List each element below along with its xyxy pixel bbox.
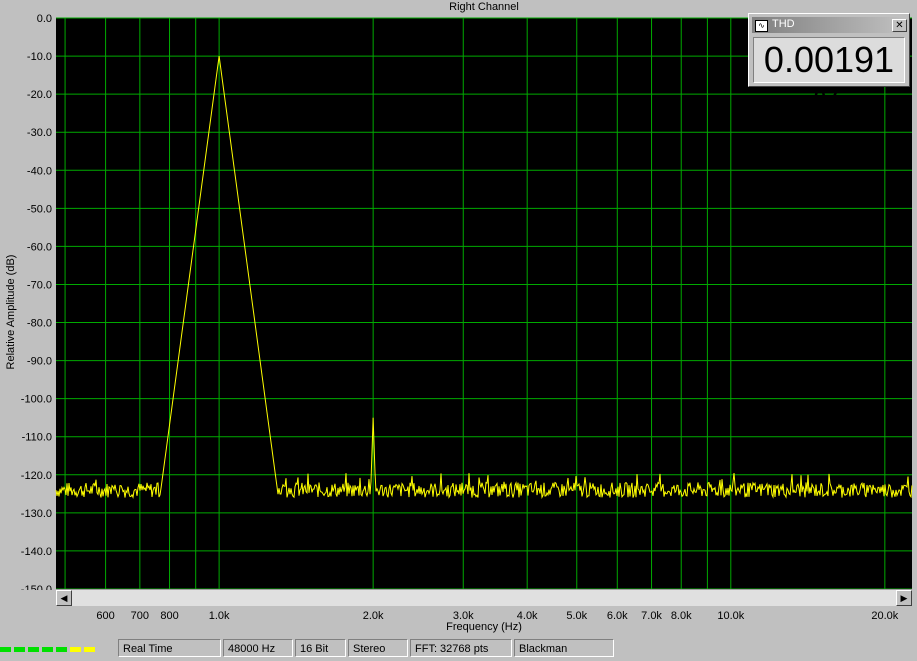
- y-tick-label: -90.0: [27, 356, 52, 368]
- level-led: [84, 647, 95, 652]
- thd-window[interactable]: ∿ THD ✕ 0.00191 %: [748, 13, 910, 124]
- y-tick-labels: 0.0 -10.0 -20.0 -30.0 -40.0 -50.0 -60.0 -70.0 -8…: [21, 13, 52, 590]
- status-fft: FFT: 32768 pts: [410, 639, 512, 657]
- y-tick-label: -100.0: [21, 394, 52, 406]
- scroll-left-icon: ◀: [60, 593, 68, 603]
- waveform-icon: ∿: [755, 20, 768, 32]
- thd-titlebar[interactable]: ∿ THD ✕: [752, 17, 907, 33]
- scroll-right-button[interactable]: ▶: [896, 590, 912, 606]
- status-window: Blackman: [514, 639, 614, 657]
- status-mode: Real Time: [118, 639, 221, 657]
- status-channels: Stereo: [348, 639, 408, 657]
- y-tick-label: -110.0: [22, 432, 52, 444]
- level-led: [0, 647, 11, 652]
- y-tick-label: 0.0: [37, 13, 52, 25]
- y-tick-label: -40.0: [27, 165, 52, 177]
- close-icon[interactable]: ✕: [892, 19, 907, 32]
- y-tick-label: -70.0: [27, 279, 52, 291]
- level-led: [70, 647, 81, 652]
- level-meter: [0, 647, 110, 653]
- x-axis-label: Frequency (Hz): [446, 621, 522, 633]
- y-tick-label: -60.0: [27, 241, 52, 253]
- scroll-left-button[interactable]: ◀: [56, 590, 72, 606]
- level-led: [56, 647, 67, 652]
- y-tick-label: -50.0: [27, 203, 52, 215]
- level-led: [14, 647, 25, 652]
- y-tick-label: -20.0: [27, 89, 52, 101]
- y-tick-label: -120.0: [21, 470, 52, 482]
- spectrum-plot[interactable]: 0.0 -10.0 -20.0 -30.0 -40.0 -50.0 -60.0 -70.0 -8…: [0, 0, 917, 590]
- scroll-right-icon: ▶: [900, 593, 908, 603]
- plot-area: [56, 18, 912, 589]
- status-sample-rate: 48000 Hz: [223, 639, 293, 657]
- thd-title: THD: [772, 18, 795, 30]
- horizontal-scrollbar[interactable]: ◀ ▶: [56, 589, 912, 606]
- y-tick-label: -140.0: [21, 546, 52, 558]
- y-tick-label: -10.0: [27, 51, 52, 63]
- level-led: [42, 647, 53, 652]
- y-tick-label: -80.0: [27, 318, 52, 330]
- status-bar: Real Time 48000 Hz 16 Bit Stereo FFT: 32…: [0, 638, 917, 661]
- y-tick-label: -30.0: [27, 127, 52, 139]
- y-tick-label: -130.0: [21, 508, 52, 520]
- level-led: [28, 647, 39, 652]
- thd-value: 0.00191 %: [753, 37, 905, 124]
- status-bit-depth: 16 Bit: [295, 639, 346, 657]
- y-tick-label: -150.0: [21, 584, 52, 590]
